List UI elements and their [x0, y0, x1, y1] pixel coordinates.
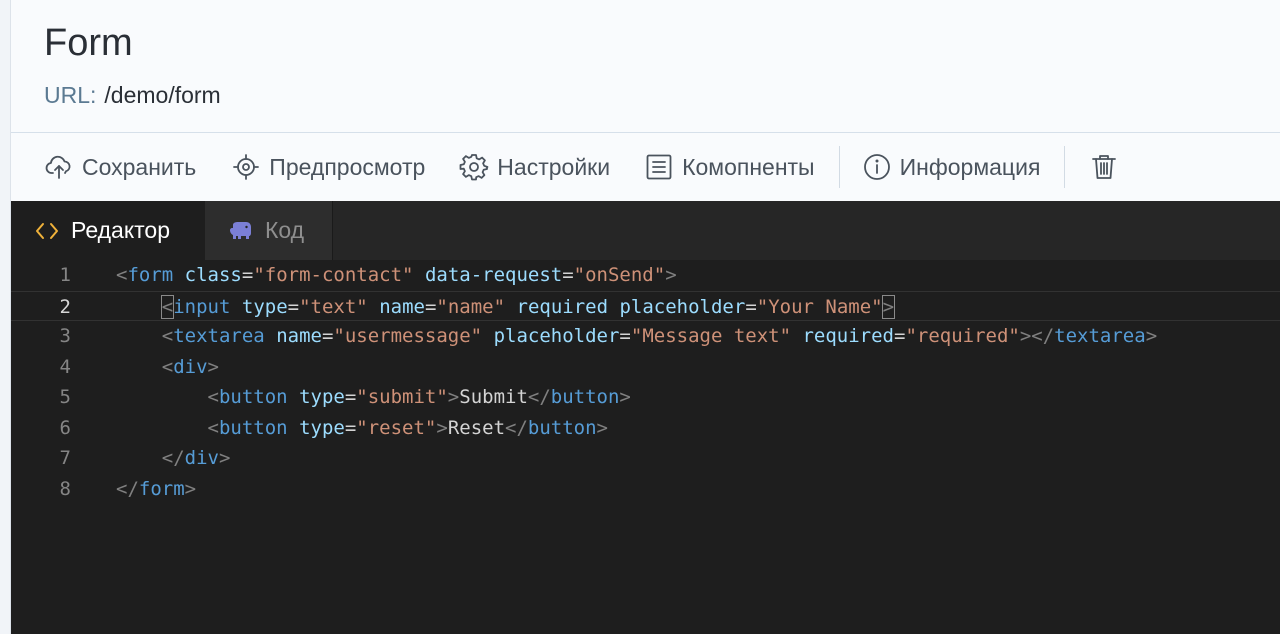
code-line[interactable]: 4 <div> — [11, 352, 1280, 383]
code-line[interactable]: 7 </div> — [11, 443, 1280, 474]
code-text: <textarea name="usermessage" placeholder… — [161, 325, 1158, 347]
toolbar: Сохранить Предпросмотр Настройки Комопне… — [11, 133, 1280, 201]
code-text: <button type="submit">Submit</button> — [207, 386, 631, 408]
save-button[interactable]: Сохранить — [44, 133, 196, 201]
info-label: Информация — [899, 153, 1041, 180]
line-number: 1 — [59, 264, 71, 286]
line-number: 6 — [59, 416, 71, 439]
url-row: URL: /demo/form — [44, 82, 221, 109]
settings-label: Настройки — [497, 153, 611, 180]
code-line[interactable]: 8 </form> — [11, 474, 1280, 505]
info-button[interactable]: Информация — [862, 133, 1041, 201]
code-text: <button type="reset">Reset</button> — [207, 416, 608, 439]
gear-icon — [459, 154, 489, 181]
code-text: </form> — [116, 477, 197, 500]
code-line[interactable]: 2 <input type="text" name="name" require… — [11, 290, 1280, 321]
page-header: Form URL: /demo/form — [11, 0, 1280, 133]
line-number: 3 — [59, 325, 71, 347]
cloud-upload-icon — [45, 155, 71, 179]
code-text: <input type="text" name="name" required … — [160, 294, 896, 319]
left-rail — [0, 0, 11, 634]
info-icon — [863, 154, 890, 180]
components-label: Комопненты — [682, 153, 815, 180]
code-line[interactable]: 1 <form class="form-contact" data-request… — [11, 260, 1280, 291]
url-value: /demo/form — [104, 82, 221, 108]
settings-button[interactable]: Настройки — [459, 133, 610, 201]
trash-icon — [1092, 155, 1117, 179]
code-editor: Редактор Код 1 <form class="form-contact"… — [11, 201, 1280, 634]
line-number: 8 — [59, 477, 71, 500]
code-lines[interactable]: 1 <form class="form-contact" data-request… — [11, 260, 1280, 504]
php-elephant-icon — [230, 221, 251, 239]
code-text: </div> — [161, 447, 231, 469]
url-label: URL: — [44, 82, 97, 108]
editor-tabbar: Редактор Код — [11, 201, 1280, 260]
code-brackets-icon — [36, 222, 58, 239]
target-icon — [233, 154, 260, 180]
delete-button[interactable] — [1089, 133, 1119, 201]
preview-button[interactable]: Предпросмотр — [231, 133, 425, 201]
line-number: 2 — [59, 295, 71, 318]
page-title: Form — [44, 22, 133, 64]
code-line[interactable]: 5 <button type="submit">Submit</button> — [11, 382, 1280, 413]
tab-code-label: Код — [265, 217, 305, 243]
code-text: <div> — [161, 355, 219, 378]
line-number: 5 — [59, 386, 71, 408]
preview-label: Предпросмотр — [269, 153, 426, 180]
tab-editor-label: Редактор — [71, 217, 171, 243]
line-number: 7 — [59, 447, 71, 469]
toolbar-divider — [838, 146, 840, 188]
list-icon — [646, 154, 672, 180]
toolbar-divider — [1064, 146, 1066, 188]
code-line[interactable]: 3 <textarea name="usermessage" placehold… — [11, 321, 1280, 352]
code-line[interactable]: 6 <button type="reset">Reset</button> — [11, 413, 1280, 444]
components-button[interactable]: Комопненты — [644, 133, 815, 201]
tab-editor[interactable]: Редактор — [11, 201, 205, 260]
code-text: <form class="form-contact" data-request=… — [116, 264, 677, 286]
line-number: 4 — [59, 355, 71, 378]
tab-code[interactable]: Код — [205, 201, 333, 260]
save-label: Сохранить — [82, 153, 197, 180]
